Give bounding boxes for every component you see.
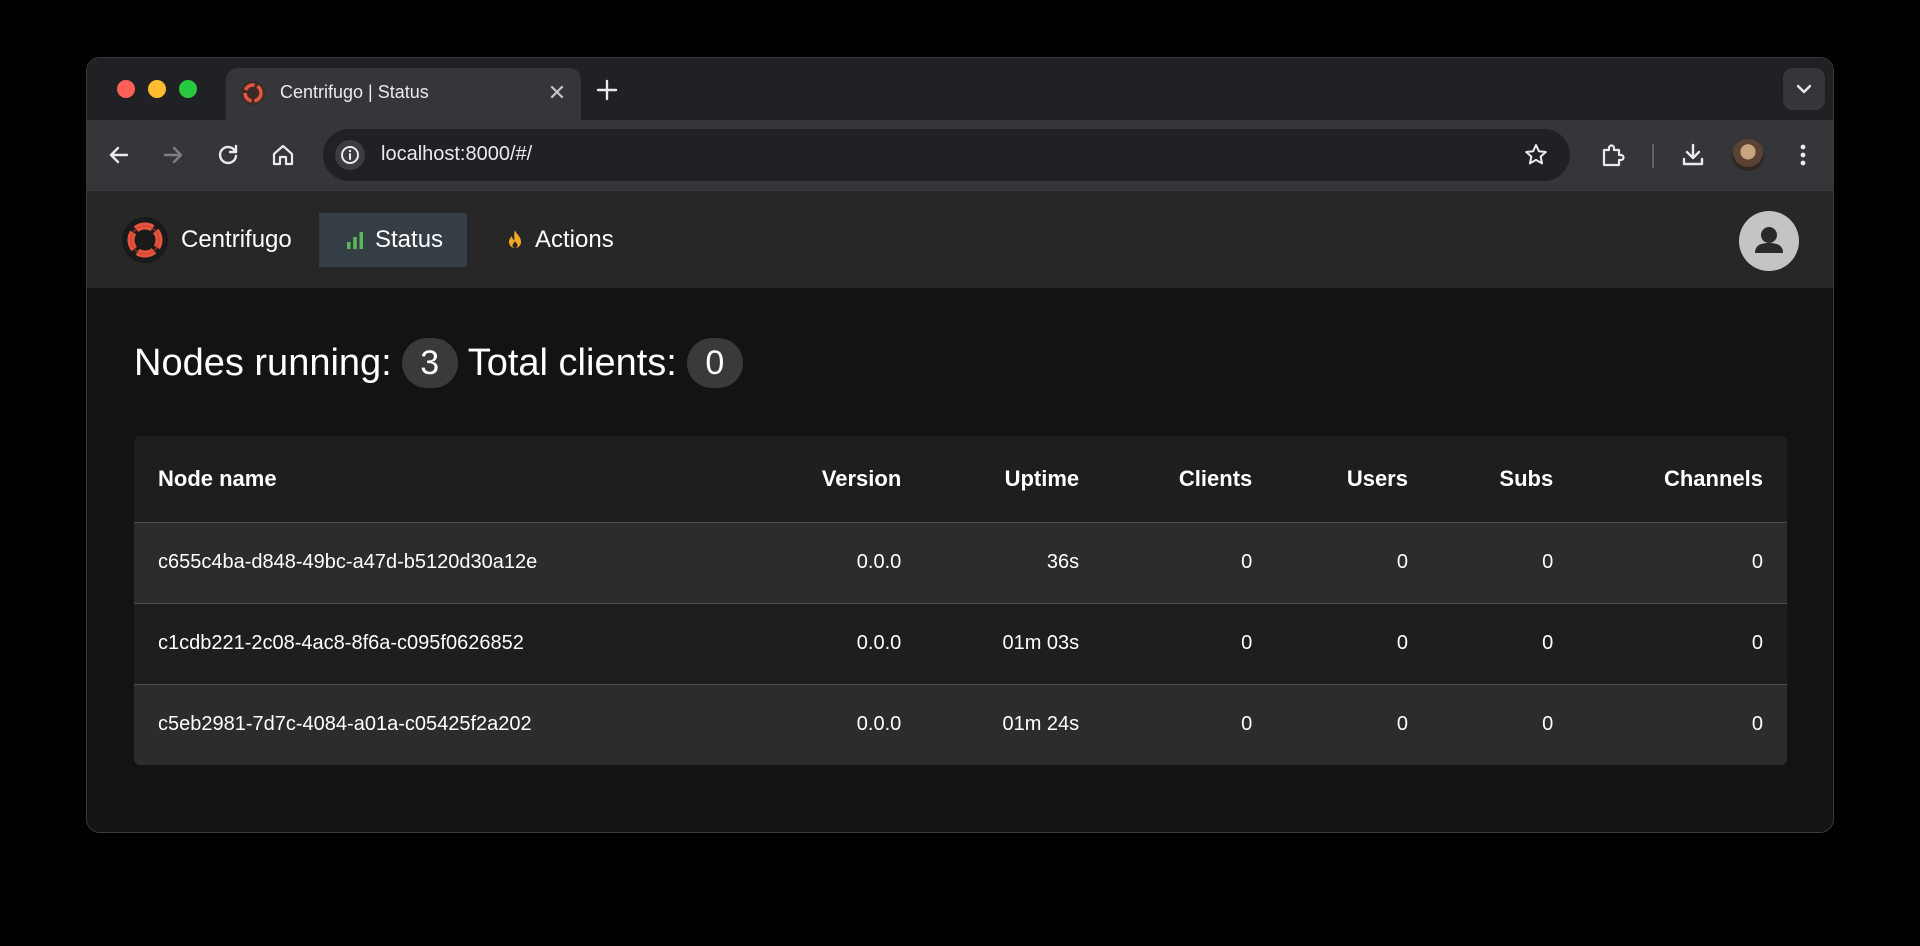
uptime-cell: 36s bbox=[1046, 551, 1080, 573]
cluster-summary: Nodes running: 3 Total clients: 0 bbox=[134, 338, 753, 388]
node-name-cell: c5eb2981-7d7c-4084-a01a-c05425f2a202 bbox=[158, 713, 532, 736]
version-cell: 0.0.0 bbox=[856, 713, 902, 736]
uptime-cell: 01m 24s bbox=[1002, 713, 1080, 736]
forward-arrow-icon[interactable] bbox=[157, 139, 189, 171]
home-icon[interactable] bbox=[267, 139, 299, 171]
tab-search-button[interactable] bbox=[1783, 68, 1825, 110]
centrifugo-logo-icon bbox=[122, 217, 168, 263]
more-menu-icon[interactable] bbox=[1787, 139, 1819, 171]
channels-cell: 0 bbox=[1751, 713, 1763, 736]
version-cell: 0.0.0 bbox=[856, 551, 902, 573]
col-subs: Subs bbox=[1499, 465, 1554, 491]
bookmark-star-icon[interactable] bbox=[1522, 141, 1550, 169]
col-node-name: Node name bbox=[158, 465, 277, 491]
uptime-cell: 01m 03s bbox=[1002, 632, 1080, 654]
col-version: Version bbox=[821, 465, 902, 491]
site-info-icon[interactable] bbox=[335, 140, 365, 170]
user-icon bbox=[1755, 227, 1783, 253]
brand-name: Centrifugo bbox=[181, 226, 292, 253]
users-cell: 0 bbox=[1396, 632, 1408, 654]
nav-actions-label: Actions bbox=[535, 226, 614, 253]
channels-cell: 0 bbox=[1751, 551, 1763, 573]
user-menu-avatar[interactable] bbox=[1739, 211, 1799, 271]
nav-actions[interactable]: Actions bbox=[479, 213, 638, 267]
url-text: localhost:8000/#/ bbox=[381, 143, 533, 165]
col-channels: Channels bbox=[1663, 465, 1763, 491]
table-row: c655c4ba-d848-49bc-a47d-b5120d30a12e 0.0… bbox=[134, 522, 1787, 603]
channels-cell: 0 bbox=[1751, 632, 1763, 654]
app-navbar: Centrifugo Status Actions bbox=[87, 190, 1833, 288]
tab-close-icon[interactable]: ✕ bbox=[545, 81, 569, 105]
subs-cell: 0 bbox=[1542, 713, 1554, 736]
minimize-window-button[interactable] bbox=[148, 80, 166, 98]
tab-strip: Centrifugo | Status ✕ bbox=[87, 58, 1833, 120]
bar-chart-icon bbox=[347, 232, 363, 249]
address-bar[interactable]: localhost:8000/#/ bbox=[323, 129, 1570, 181]
close-window-button[interactable] bbox=[117, 80, 135, 98]
table-row: c5eb2981-7d7c-4084-a01a-c05425f2a202 0.0… bbox=[134, 684, 1787, 765]
users-cell: 0 bbox=[1396, 713, 1408, 736]
download-icon[interactable] bbox=[1677, 139, 1709, 171]
nav-status[interactable]: Status bbox=[319, 213, 468, 267]
col-users: Users bbox=[1346, 465, 1408, 491]
table-row: c1cdb221-2c08-4ac8-8f6a-c095f0626852 0.0… bbox=[134, 603, 1787, 684]
nodes-table-card: Node name Version Uptime Clients Users S… bbox=[134, 436, 1787, 765]
clients-cell: 0 bbox=[1241, 551, 1253, 573]
nodes-count-badge: 3 bbox=[401, 338, 458, 388]
active-tab[interactable]: Centrifugo | Status ✕ bbox=[226, 68, 581, 120]
browser-toolbar: localhost:8000/#/ bbox=[87, 120, 1833, 190]
nav-status-label: Status bbox=[375, 226, 444, 253]
new-tab-icon[interactable] bbox=[593, 76, 621, 104]
node-name-cell: c655c4ba-d848-49bc-a47d-b5120d30a12e bbox=[158, 551, 538, 573]
brand-link[interactable]: Centrifugo bbox=[121, 216, 292, 264]
toolbar-divider bbox=[1652, 144, 1654, 168]
nodes-table: Node name Version Uptime Clients Users S… bbox=[134, 436, 1787, 765]
version-cell: 0.0.0 bbox=[856, 632, 902, 654]
nodes-running-label: Nodes running: bbox=[134, 341, 392, 384]
browser-window: Centrifugo | Status ✕ localhost:8000/#/ … bbox=[86, 57, 1834, 833]
fire-icon bbox=[509, 230, 521, 248]
clients-count-badge: 0 bbox=[686, 338, 743, 388]
reload-icon[interactable] bbox=[212, 139, 244, 171]
maximize-window-button[interactable] bbox=[179, 80, 197, 98]
clients-cell: 0 bbox=[1241, 713, 1253, 736]
profile-avatar[interactable] bbox=[1732, 139, 1764, 171]
clients-cell: 0 bbox=[1241, 632, 1253, 654]
subs-cell: 0 bbox=[1542, 632, 1554, 654]
col-uptime: Uptime bbox=[1004, 465, 1080, 491]
tab-title: Centrifugo | Status bbox=[280, 82, 429, 102]
subs-cell: 0 bbox=[1542, 551, 1554, 573]
total-clients-label: Total clients: bbox=[467, 341, 677, 384]
centrifugo-favicon-icon bbox=[241, 81, 265, 105]
node-name-cell: c1cdb221-2c08-4ac8-8f6a-c095f0626852 bbox=[158, 632, 524, 654]
extensions-icon[interactable] bbox=[1596, 139, 1628, 171]
back-arrow-icon[interactable] bbox=[103, 139, 135, 171]
chevron-down-icon bbox=[1796, 84, 1812, 94]
users-cell: 0 bbox=[1396, 551, 1408, 573]
col-clients: Clients bbox=[1178, 465, 1253, 491]
table-header-row: Node name Version Uptime Clients Users S… bbox=[134, 436, 1787, 522]
